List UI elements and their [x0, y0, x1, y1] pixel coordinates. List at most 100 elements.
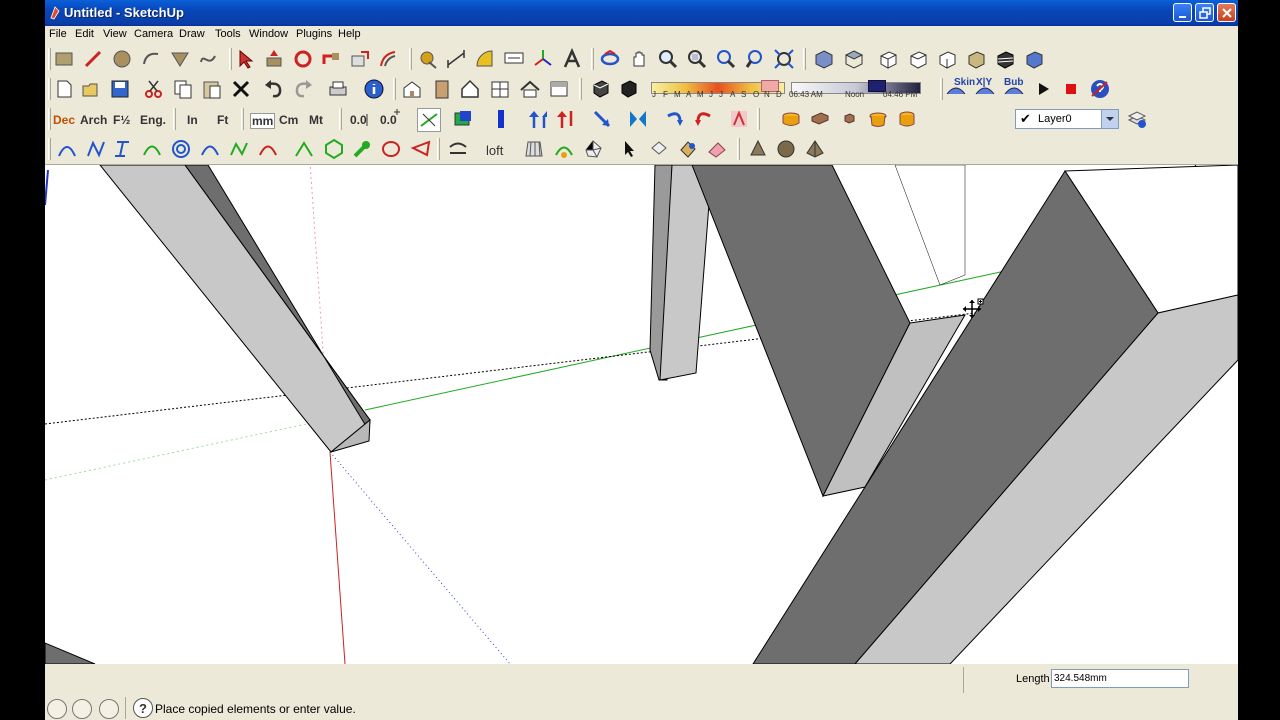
wall-icon[interactable] [548, 78, 570, 100]
credits-icon[interactable] [72, 699, 92, 719]
arch-curve-icon[interactable] [199, 138, 221, 160]
display-shadows-icon[interactable] [617, 78, 639, 100]
unit-mm[interactable]: mm [250, 113, 276, 129]
toolbar-grip[interactable] [339, 108, 342, 130]
ellipse-icon[interactable] [380, 138, 402, 160]
bezier-icon[interactable] [56, 138, 78, 160]
component-brown-icon[interactable] [809, 108, 831, 130]
toolbar-grip[interactable] [591, 48, 594, 70]
toolbar-grip[interactable] [48, 108, 51, 130]
paint-bucket-icon[interactable] [648, 138, 670, 160]
red-arc-icon[interactable] [257, 138, 279, 160]
back-view-icon[interactable] [936, 48, 958, 70]
print-icon[interactable] [327, 78, 349, 100]
help-plugin-icon[interactable] [1089, 78, 1111, 100]
join-icon[interactable] [447, 138, 469, 160]
unit-in[interactable]: In [187, 113, 198, 127]
redo-icon[interactable] [292, 78, 314, 100]
layer-manager-icon[interactable] [1126, 108, 1148, 130]
middle-beam[interactable] [649, 164, 713, 381]
help-icon[interactable]: ? [133, 698, 153, 718]
toolbar-grip[interactable] [757, 108, 760, 130]
zigzag-curve-icon[interactable] [228, 138, 250, 160]
orbit-tool-icon[interactable] [599, 48, 621, 70]
menu-tools[interactable]: Tools [215, 28, 241, 40]
scale-tool-icon[interactable] [349, 48, 371, 70]
window-icon[interactable] [489, 78, 511, 100]
measurements-input[interactable] [1051, 669, 1189, 688]
zoom-window-icon[interactable] [686, 48, 708, 70]
rectangle-tool-icon[interactable] [53, 48, 75, 70]
unit-cm[interactable]: Cm [279, 113, 298, 127]
rotate-tool-icon[interactable] [292, 48, 314, 70]
previous-view-icon[interactable] [715, 48, 737, 70]
line-tool-icon[interactable] [82, 48, 104, 70]
polyline-icon[interactable] [85, 138, 107, 160]
iso-view-icon[interactable] [813, 48, 835, 70]
roof-icon[interactable] [519, 78, 541, 100]
user-icon[interactable] [99, 699, 119, 719]
sector-icon[interactable] [410, 138, 432, 160]
menu-help[interactable]: Help [338, 28, 361, 40]
diagonal-arrow-icon[interactable] [591, 108, 613, 130]
chevron-down-icon[interactable] [1101, 110, 1118, 128]
zoom-extents-icon[interactable] [773, 48, 795, 70]
restore-button[interactable] [1195, 3, 1214, 22]
skin-mesh-icon[interactable] [523, 138, 545, 160]
tape-measure-icon[interactable] [417, 48, 439, 70]
toolbar-grip[interactable] [229, 48, 232, 70]
model-info-icon[interactable] [363, 78, 385, 100]
toolbar-grip[interactable] [803, 48, 806, 70]
component-pot-icon[interactable] [867, 108, 889, 130]
mesh-icon[interactable] [582, 138, 604, 160]
toolbar-grip[interactable] [173, 108, 176, 130]
menu-window[interactable]: Window [249, 28, 288, 40]
select-tool-icon[interactable] [235, 48, 257, 70]
pyramid-icon[interactable] [804, 138, 826, 160]
stop-icon[interactable] [1060, 78, 1082, 100]
arc-curve-icon[interactable] [141, 138, 163, 160]
eraser-icon[interactable] [706, 138, 728, 160]
toolbar-grip[interactable] [241, 108, 244, 130]
circle-tool-icon[interactable] [111, 48, 133, 70]
cut-icon[interactable] [143, 78, 165, 100]
rotate-left-icon[interactable] [663, 108, 685, 130]
toolbar-grip[interactable] [48, 48, 51, 70]
mirror-icon[interactable] [627, 108, 649, 130]
spiral-icon[interactable] [170, 138, 192, 160]
minimize-button[interactable] [1173, 3, 1192, 22]
toolbar-grip[interactable] [940, 78, 943, 100]
cone-icon[interactable] [747, 138, 769, 160]
snap-toggle-icon[interactable] [417, 108, 441, 132]
protractor-icon[interactable] [474, 48, 496, 70]
rotate-right-icon[interactable] [693, 108, 715, 130]
axes-tool-icon[interactable] [532, 48, 554, 70]
freehand-tool-icon[interactable] [197, 48, 219, 70]
menu-view[interactable]: View [103, 28, 127, 40]
xray-style-icon[interactable] [1023, 48, 1045, 70]
text-tool-icon[interactable] [503, 48, 525, 70]
house-icon[interactable] [459, 78, 481, 100]
component-small-icon[interactable] [838, 108, 860, 130]
sphere-icon[interactable] [775, 138, 797, 160]
play-icon[interactable] [1032, 78, 1054, 100]
mirror-plugin-icon[interactable] [728, 108, 750, 130]
unit-mt[interactable]: Mt [309, 113, 323, 127]
paint-icon[interactable] [677, 138, 699, 160]
paste-icon[interactable] [201, 78, 223, 100]
make-component-icon[interactable] [401, 78, 423, 100]
toolbar-grip[interactable] [409, 48, 412, 70]
freehand-curve-icon[interactable] [293, 138, 315, 160]
zoom-tool-icon[interactable] [657, 48, 679, 70]
wrench-icon[interactable] [351, 138, 373, 160]
toolbar-grip[interactable] [437, 138, 440, 160]
new-file-icon[interactable] [53, 78, 75, 100]
top-view-icon[interactable] [843, 48, 865, 70]
model-canvas[interactable] [45, 161, 1238, 665]
component-cylinder-icon[interactable] [896, 108, 918, 130]
right-view-icon[interactable] [907, 48, 929, 70]
toolbar-grip[interactable] [393, 78, 396, 100]
unit-dec[interactable]: Dec [53, 113, 75, 127]
menu-plugins[interactable]: Plugins [296, 28, 332, 40]
precision-up-icon[interactable]: 0.0 [379, 108, 401, 130]
